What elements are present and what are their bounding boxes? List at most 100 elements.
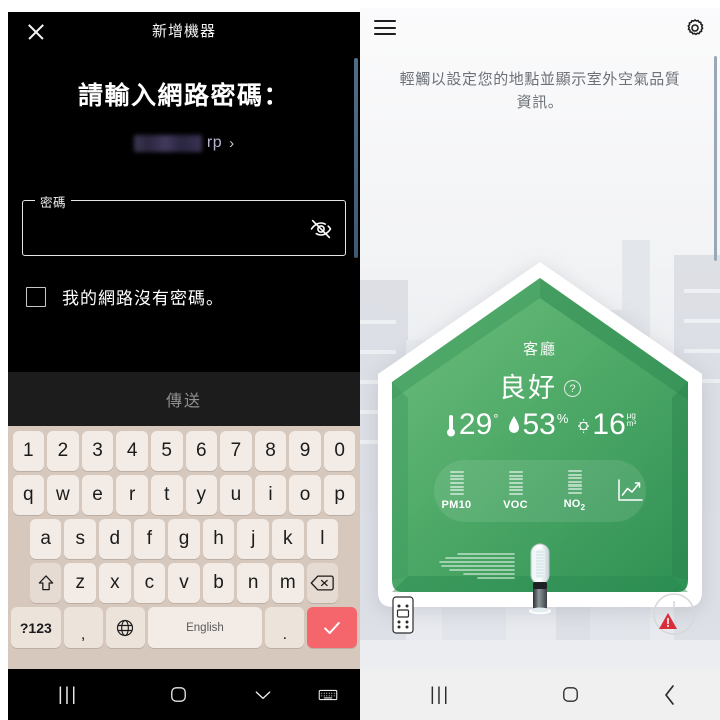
setup-body: 請輸入網路密碼： rp › 密碼 我的網路沒有密碼。 [8, 52, 360, 372]
pollutant-pm10[interactable]: PM10 [436, 471, 478, 511]
home-icon[interactable] [520, 685, 620, 704]
hamburger-menu-icon[interactable] [374, 20, 396, 36]
pollutants-chip[interactable]: PM10 VOC NO2 [434, 460, 646, 522]
key-2[interactable]: 2 [47, 431, 79, 471]
voc-label: VOC [503, 499, 528, 511]
left-device-screen: 新增機器 請輸入網路密碼： rp › 密碼 我的網路沒有密碼。 傳送 1 2 3… [0, 0, 360, 720]
house-card-content: 客廳 良好 ? 29 ° 53 % 16 µg m³ PM10 VOC NO2 [378, 262, 702, 617]
key-7[interactable]: 7 [220, 431, 252, 471]
recent-apps-button[interactable]: ||| [360, 684, 520, 705]
key-j[interactable]: j [237, 519, 269, 559]
key-w[interactable]: w [47, 475, 79, 515]
house-air-quality-card[interactable]: 客廳 良好 ? 29 ° 53 % 16 µg m³ PM10 VOC NO2 [378, 262, 702, 617]
key-period[interactable]: . [265, 607, 305, 648]
symbols-key[interactable]: ?123 [11, 607, 61, 648]
key-comma[interactable]: , [63, 607, 103, 648]
no-password-checkbox-row[interactable]: 我的網路沒有密碼。 [26, 284, 224, 309]
key-6[interactable]: 6 [185, 431, 218, 471]
home-icon[interactable] [128, 685, 228, 704]
network-ssid-row[interactable]: rp › [8, 134, 360, 152]
key-o[interactable]: o [289, 475, 321, 515]
right-navigation-bar: ||| [360, 669, 720, 720]
screenshot-stage: 新增機器 請輸入網路密碼： rp › 密碼 我的網路沒有密碼。 傳送 1 2 3… [0, 0, 720, 720]
key-h[interactable]: h [202, 519, 235, 559]
key-i[interactable]: i [254, 475, 287, 515]
keyboard-row-numbers: 1 2 3 4 5 6 7 8 9 0 [11, 431, 357, 471]
key-f[interactable]: f [133, 519, 166, 559]
location-hint-text[interactable]: 輕觸以設定您的地點並顯示室外空氣品質資訊。 [360, 68, 720, 115]
gear-icon[interactable] [684, 17, 706, 39]
key-u[interactable]: u [220, 475, 252, 515]
thermometer-icon [446, 415, 455, 437]
humidity-value: 53 [522, 408, 556, 441]
warning-triangle-icon[interactable] [658, 612, 678, 630]
eye-off-icon[interactable] [309, 217, 333, 241]
send-button[interactable]: 傳送 [8, 372, 360, 426]
globe-icon[interactable] [105, 607, 145, 648]
space-key[interactable]: English [147, 607, 263, 648]
air-quality-label: 良好 [499, 373, 557, 403]
key-s[interactable]: s [64, 519, 97, 559]
key-1[interactable]: 1 [12, 431, 45, 471]
key-9[interactable]: 9 [289, 431, 321, 471]
back-chevron-icon[interactable] [620, 684, 720, 706]
status-bar-strip [8, 0, 360, 12]
airflow-streams [439, 553, 515, 579]
pm10-bars-icon [449, 471, 464, 495]
particulate-value: 16 [592, 408, 626, 441]
particulate-unit-denominator: m³ [626, 419, 637, 429]
on-screen-keyboard[interactable]: 1 2 3 4 5 6 7 8 9 0 q w e r t y u i o p … [8, 426, 360, 669]
air-quality-status: 良好 ? [378, 366, 702, 405]
key-l[interactable]: l [306, 519, 339, 559]
key-0[interactable]: 0 [323, 431, 356, 471]
key-g[interactable]: g [168, 519, 200, 559]
password-input[interactable] [35, 213, 295, 245]
enter-check-icon[interactable] [307, 607, 357, 648]
key-c[interactable]: c [133, 563, 166, 603]
key-a[interactable]: a [29, 519, 62, 559]
key-x[interactable]: x [99, 563, 131, 603]
key-b[interactable]: b [202, 563, 235, 603]
key-r[interactable]: r [116, 475, 148, 515]
keyboard-icon[interactable] [298, 688, 358, 702]
remote-control-icon[interactable] [392, 596, 414, 634]
key-m[interactable]: m [271, 563, 304, 603]
key-t[interactable]: t [150, 475, 183, 515]
key-q[interactable]: q [12, 475, 45, 515]
question-mark-icon[interactable]: ? [564, 380, 581, 397]
ssid-label: rp [206, 134, 223, 151]
password-field[interactable]: 密碼 [22, 192, 346, 256]
temperature-value: 29 [458, 408, 493, 441]
pollutant-voc[interactable]: VOC [495, 471, 537, 511]
key-z[interactable]: z [64, 563, 97, 603]
key-4[interactable]: 4 [116, 431, 148, 471]
pollutant-no2[interactable]: NO2 [554, 469, 596, 513]
key-8[interactable]: 8 [254, 431, 287, 471]
line-chart-icon[interactable] [615, 477, 645, 505]
chevron-down-icon[interactable] [228, 688, 298, 702]
key-n[interactable]: n [237, 563, 269, 603]
key-k[interactable]: k [271, 519, 304, 559]
recent-apps-button[interactable]: ||| [8, 684, 128, 705]
no-password-checkbox[interactable] [26, 286, 46, 307]
key-y[interactable]: y [185, 475, 218, 515]
key-d[interactable]: d [99, 519, 131, 559]
keyboard-row-asdf: a s d f g h j k l [11, 519, 357, 559]
left-scrollbar[interactable] [354, 58, 358, 258]
backspace-icon[interactable] [306, 563, 339, 603]
humidity-drop-icon [509, 416, 520, 433]
right-scrollbar[interactable] [714, 56, 717, 261]
key-v[interactable]: v [168, 563, 200, 603]
no2-label: NO2 [563, 497, 586, 513]
key-p[interactable]: p [323, 475, 356, 515]
key-3[interactable]: 3 [81, 431, 114, 471]
temperature-metric: 29 ° [444, 408, 498, 441]
pm10-label: PM10 [441, 499, 472, 511]
air-purifier-icon[interactable] [516, 542, 564, 618]
ssid-redacted-block [133, 134, 202, 152]
key-5[interactable]: 5 [150, 431, 183, 471]
particulate-metric: 16 µg m³ [577, 410, 636, 440]
particulate-unit: µg m³ [626, 411, 637, 429]
key-e[interactable]: e [81, 475, 114, 515]
shift-icon[interactable] [29, 563, 62, 603]
